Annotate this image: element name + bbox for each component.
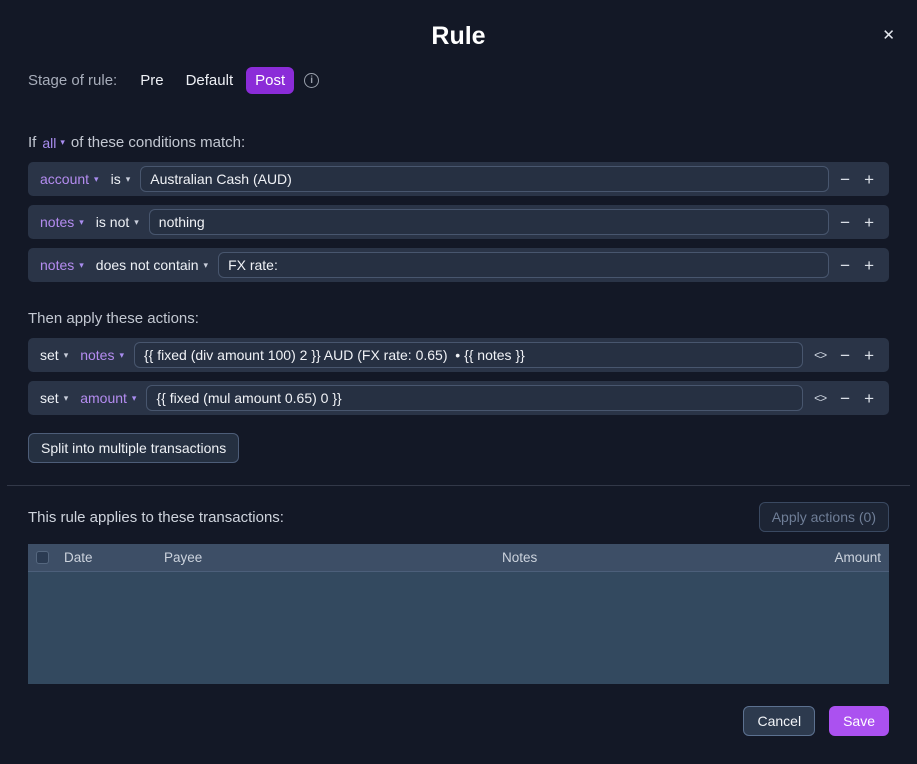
chevron-down-icon: ▾	[204, 261, 209, 270]
chevron-down-icon: ▾	[79, 261, 84, 270]
chevron-down-icon: ▾	[126, 175, 131, 184]
add-condition-button[interactable]: +	[861, 214, 877, 231]
action-row: set ▾ notes ▾ <> − +	[28, 338, 889, 372]
cancel-button[interactable]: Cancel	[743, 706, 815, 736]
transactions-header: This rule applies to these transactions:…	[28, 502, 889, 532]
match-op-select[interactable]: all ▾	[42, 135, 65, 151]
conditions-prefix: If	[28, 134, 36, 151]
conditions-suffix: of these conditions match:	[71, 134, 245, 151]
stage-option-default[interactable]: Default	[177, 67, 243, 94]
condition-op-select[interactable]: does not contain ▾	[94, 257, 210, 273]
remove-action-button[interactable]: −	[837, 390, 853, 407]
condition-value-input[interactable]	[149, 209, 829, 235]
footer: Cancel Save	[28, 706, 889, 736]
add-action-button[interactable]: +	[861, 390, 877, 407]
minus-icon: −	[840, 389, 850, 408]
chevron-down-icon: ▾	[64, 394, 69, 403]
condition-value-input[interactable]	[140, 166, 829, 192]
add-condition-button[interactable]: +	[861, 257, 877, 274]
condition-row: notes ▾ is not ▾ − +	[28, 205, 889, 239]
column-header-amount: Amount	[771, 550, 881, 565]
chevron-down-icon: ▾	[94, 175, 99, 184]
close-button[interactable]: ✕	[882, 28, 895, 43]
chevron-down-icon: ▾	[119, 351, 124, 360]
add-condition-button[interactable]: +	[861, 171, 877, 188]
column-header-notes: Notes	[502, 550, 763, 565]
stage-option-post[interactable]: Post	[246, 67, 294, 94]
template-code-button[interactable]: <>	[811, 349, 829, 361]
transactions-label: This rule applies to these transactions:	[28, 509, 284, 526]
condition-op-select[interactable]: is not ▾	[94, 214, 141, 230]
condition-rows: account ▾ is ▾ − + notes ▾ is not ▾ − +	[28, 162, 889, 282]
info-icon[interactable]: i	[304, 73, 319, 88]
minus-icon: −	[840, 346, 850, 365]
action-op-select[interactable]: set ▾	[38, 390, 70, 406]
actions-label: Then apply these actions:	[28, 310, 889, 327]
apply-actions-button[interactable]: Apply actions (0)	[759, 502, 889, 532]
rule-modal: Rule ✕ Stage of rule: Pre Default Post i…	[0, 0, 917, 736]
condition-field-select[interactable]: account ▾	[38, 171, 101, 187]
remove-condition-button[interactable]: −	[837, 171, 853, 188]
select-all-checkbox[interactable]	[36, 551, 49, 564]
page-title: Rule	[28, 0, 889, 51]
stage-options: Pre Default Post	[131, 67, 294, 94]
chevron-down-icon: ▾	[79, 218, 84, 227]
add-action-button[interactable]: +	[861, 347, 877, 364]
plus-icon: +	[864, 256, 874, 275]
remove-condition-button[interactable]: −	[837, 214, 853, 231]
chevron-down-icon: ▾	[60, 138, 65, 147]
plus-icon: +	[864, 346, 874, 365]
remove-action-button[interactable]: −	[837, 347, 853, 364]
condition-field-select[interactable]: notes ▾	[38, 257, 86, 273]
plus-icon: +	[864, 213, 874, 232]
action-row: set ▾ amount ▾ <> − +	[28, 381, 889, 415]
action-value-input[interactable]	[134, 342, 803, 368]
action-op-select[interactable]: set ▾	[38, 347, 70, 363]
minus-icon: −	[840, 256, 850, 275]
condition-op-select[interactable]: is ▾	[109, 171, 133, 187]
template-code-button[interactable]: <>	[811, 392, 829, 404]
table-body-empty	[28, 572, 889, 684]
condition-row: account ▾ is ▾ − +	[28, 162, 889, 196]
minus-icon: −	[840, 213, 850, 232]
table-header-row: Date Payee Notes Amount	[28, 544, 889, 572]
action-rows: set ▾ notes ▾ <> − + set ▾ amount ▾ <> −	[28, 338, 889, 415]
minus-icon: −	[840, 170, 850, 189]
chevron-down-icon: ▾	[132, 394, 137, 403]
stage-row: Stage of rule: Pre Default Post i	[28, 67, 889, 94]
transactions-table: Date Payee Notes Amount	[28, 544, 889, 684]
column-header-date: Date	[64, 550, 156, 565]
column-header-payee: Payee	[164, 550, 494, 565]
code-icon: <>	[814, 391, 826, 405]
chevron-down-icon: ▾	[64, 351, 69, 360]
split-transactions-button[interactable]: Split into multiple transactions	[28, 433, 239, 463]
action-value-input[interactable]	[146, 385, 803, 411]
condition-field-select[interactable]: notes ▾	[38, 214, 86, 230]
stage-option-pre[interactable]: Pre	[131, 67, 172, 94]
chevron-down-icon: ▾	[134, 218, 139, 227]
close-icon: ✕	[882, 27, 895, 44]
code-icon: <>	[814, 348, 826, 362]
action-field-select[interactable]: amount ▾	[78, 390, 138, 406]
plus-icon: +	[864, 389, 874, 408]
stage-label: Stage of rule:	[28, 72, 117, 89]
action-field-select[interactable]: notes ▾	[78, 347, 126, 363]
condition-row: notes ▾ does not contain ▾ − +	[28, 248, 889, 282]
condition-value-input[interactable]	[218, 252, 829, 278]
plus-icon: +	[864, 170, 874, 189]
save-button[interactable]: Save	[829, 706, 889, 736]
conditions-intro: If all ▾ of these conditions match:	[28, 134, 889, 151]
remove-condition-button[interactable]: −	[837, 257, 853, 274]
section-divider	[7, 485, 910, 486]
